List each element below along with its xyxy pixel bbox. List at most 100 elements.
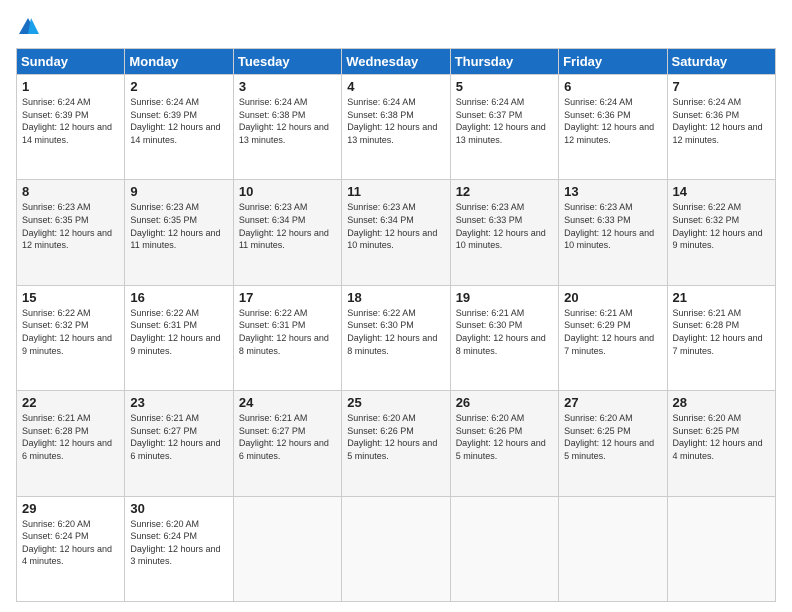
day-info: Sunrise: 6:22 AMSunset: 6:30 PMDaylight:… (347, 308, 437, 356)
day-info: Sunrise: 6:23 AMSunset: 6:34 PMDaylight:… (347, 202, 437, 250)
day-number: 26 (456, 395, 553, 410)
day-info: Sunrise: 6:22 AMSunset: 6:31 PMDaylight:… (130, 308, 220, 356)
calendar-cell: 27 Sunrise: 6:20 AMSunset: 6:25 PMDaylig… (559, 391, 667, 496)
weekday-header: Wednesday (342, 49, 450, 75)
day-number: 19 (456, 290, 553, 305)
calendar-cell: 9 Sunrise: 6:23 AMSunset: 6:35 PMDayligh… (125, 180, 233, 285)
calendar-cell: 6 Sunrise: 6:24 AMSunset: 6:36 PMDayligh… (559, 75, 667, 180)
day-number: 10 (239, 184, 336, 199)
calendar-cell: 25 Sunrise: 6:20 AMSunset: 6:26 PMDaylig… (342, 391, 450, 496)
calendar-week-row: 15 Sunrise: 6:22 AMSunset: 6:32 PMDaylig… (17, 285, 776, 390)
day-info: Sunrise: 6:21 AMSunset: 6:27 PMDaylight:… (239, 413, 329, 461)
day-info: Sunrise: 6:23 AMSunset: 6:33 PMDaylight:… (456, 202, 546, 250)
day-info: Sunrise: 6:20 AMSunset: 6:25 PMDaylight:… (673, 413, 763, 461)
calendar-cell: 3 Sunrise: 6:24 AMSunset: 6:38 PMDayligh… (233, 75, 341, 180)
calendar-cell (559, 496, 667, 601)
calendar-cell: 12 Sunrise: 6:23 AMSunset: 6:33 PMDaylig… (450, 180, 558, 285)
day-info: Sunrise: 6:20 AMSunset: 6:26 PMDaylight:… (456, 413, 546, 461)
day-info: Sunrise: 6:21 AMSunset: 6:28 PMDaylight:… (673, 308, 763, 356)
day-number: 13 (564, 184, 661, 199)
header (16, 16, 776, 38)
day-info: Sunrise: 6:20 AMSunset: 6:25 PMDaylight:… (564, 413, 654, 461)
day-info: Sunrise: 6:21 AMSunset: 6:29 PMDaylight:… (564, 308, 654, 356)
day-number: 20 (564, 290, 661, 305)
day-info: Sunrise: 6:21 AMSunset: 6:30 PMDaylight:… (456, 308, 546, 356)
calendar-cell: 24 Sunrise: 6:21 AMSunset: 6:27 PMDaylig… (233, 391, 341, 496)
calendar-cell (342, 496, 450, 601)
calendar-week-row: 22 Sunrise: 6:21 AMSunset: 6:28 PMDaylig… (17, 391, 776, 496)
logo-text (16, 16, 40, 38)
calendar: SundayMondayTuesdayWednesdayThursdayFrid… (16, 48, 776, 602)
day-info: Sunrise: 6:23 AMSunset: 6:35 PMDaylight:… (22, 202, 112, 250)
day-number: 27 (564, 395, 661, 410)
day-info: Sunrise: 6:23 AMSunset: 6:33 PMDaylight:… (564, 202, 654, 250)
calendar-cell: 18 Sunrise: 6:22 AMSunset: 6:30 PMDaylig… (342, 285, 450, 390)
day-info: Sunrise: 6:24 AMSunset: 6:37 PMDaylight:… (456, 97, 546, 145)
calendar-cell: 17 Sunrise: 6:22 AMSunset: 6:31 PMDaylig… (233, 285, 341, 390)
day-info: Sunrise: 6:23 AMSunset: 6:35 PMDaylight:… (130, 202, 220, 250)
calendar-cell: 1 Sunrise: 6:24 AMSunset: 6:39 PMDayligh… (17, 75, 125, 180)
day-number: 8 (22, 184, 119, 199)
day-info: Sunrise: 6:22 AMSunset: 6:32 PMDaylight:… (673, 202, 763, 250)
calendar-cell: 26 Sunrise: 6:20 AMSunset: 6:26 PMDaylig… (450, 391, 558, 496)
calendar-cell: 13 Sunrise: 6:23 AMSunset: 6:33 PMDaylig… (559, 180, 667, 285)
day-info: Sunrise: 6:24 AMSunset: 6:38 PMDaylight:… (239, 97, 329, 145)
day-number: 1 (22, 79, 119, 94)
weekday-header: Tuesday (233, 49, 341, 75)
day-number: 15 (22, 290, 119, 305)
calendar-cell: 2 Sunrise: 6:24 AMSunset: 6:39 PMDayligh… (125, 75, 233, 180)
day-number: 3 (239, 79, 336, 94)
day-number: 21 (673, 290, 770, 305)
calendar-cell (667, 496, 775, 601)
calendar-week-row: 1 Sunrise: 6:24 AMSunset: 6:39 PMDayligh… (17, 75, 776, 180)
calendar-body: 1 Sunrise: 6:24 AMSunset: 6:39 PMDayligh… (17, 75, 776, 602)
calendar-cell: 14 Sunrise: 6:22 AMSunset: 6:32 PMDaylig… (667, 180, 775, 285)
calendar-cell: 19 Sunrise: 6:21 AMSunset: 6:30 PMDaylig… (450, 285, 558, 390)
day-number: 12 (456, 184, 553, 199)
calendar-cell: 10 Sunrise: 6:23 AMSunset: 6:34 PMDaylig… (233, 180, 341, 285)
day-number: 30 (130, 501, 227, 516)
calendar-cell (450, 496, 558, 601)
calendar-cell: 30 Sunrise: 6:20 AMSunset: 6:24 PMDaylig… (125, 496, 233, 601)
calendar-cell (233, 496, 341, 601)
calendar-cell: 4 Sunrise: 6:24 AMSunset: 6:38 PMDayligh… (342, 75, 450, 180)
day-number: 16 (130, 290, 227, 305)
day-info: Sunrise: 6:24 AMSunset: 6:36 PMDaylight:… (564, 97, 654, 145)
day-number: 2 (130, 79, 227, 94)
day-info: Sunrise: 6:23 AMSunset: 6:34 PMDaylight:… (239, 202, 329, 250)
calendar-cell: 7 Sunrise: 6:24 AMSunset: 6:36 PMDayligh… (667, 75, 775, 180)
day-number: 14 (673, 184, 770, 199)
day-number: 4 (347, 79, 444, 94)
day-number: 9 (130, 184, 227, 199)
weekday-header: Friday (559, 49, 667, 75)
weekday-header: Thursday (450, 49, 558, 75)
day-info: Sunrise: 6:20 AMSunset: 6:24 PMDaylight:… (22, 519, 112, 567)
day-number: 17 (239, 290, 336, 305)
day-info: Sunrise: 6:24 AMSunset: 6:38 PMDaylight:… (347, 97, 437, 145)
day-info: Sunrise: 6:21 AMSunset: 6:28 PMDaylight:… (22, 413, 112, 461)
day-number: 22 (22, 395, 119, 410)
calendar-cell: 20 Sunrise: 6:21 AMSunset: 6:29 PMDaylig… (559, 285, 667, 390)
day-number: 24 (239, 395, 336, 410)
day-number: 29 (22, 501, 119, 516)
logo-icon (17, 16, 39, 38)
day-info: Sunrise: 6:20 AMSunset: 6:26 PMDaylight:… (347, 413, 437, 461)
logo (16, 16, 40, 38)
calendar-cell: 29 Sunrise: 6:20 AMSunset: 6:24 PMDaylig… (17, 496, 125, 601)
day-info: Sunrise: 6:24 AMSunset: 6:39 PMDaylight:… (130, 97, 220, 145)
day-number: 5 (456, 79, 553, 94)
weekday-header: Monday (125, 49, 233, 75)
calendar-cell: 23 Sunrise: 6:21 AMSunset: 6:27 PMDaylig… (125, 391, 233, 496)
calendar-week-row: 8 Sunrise: 6:23 AMSunset: 6:35 PMDayligh… (17, 180, 776, 285)
day-info: Sunrise: 6:21 AMSunset: 6:27 PMDaylight:… (130, 413, 220, 461)
day-number: 11 (347, 184, 444, 199)
weekday-header: Sunday (17, 49, 125, 75)
calendar-cell: 5 Sunrise: 6:24 AMSunset: 6:37 PMDayligh… (450, 75, 558, 180)
day-number: 6 (564, 79, 661, 94)
day-info: Sunrise: 6:22 AMSunset: 6:31 PMDaylight:… (239, 308, 329, 356)
day-info: Sunrise: 6:22 AMSunset: 6:32 PMDaylight:… (22, 308, 112, 356)
calendar-header-row: SundayMondayTuesdayWednesdayThursdayFrid… (17, 49, 776, 75)
weekday-header: Saturday (667, 49, 775, 75)
day-number: 18 (347, 290, 444, 305)
day-info: Sunrise: 6:24 AMSunset: 6:39 PMDaylight:… (22, 97, 112, 145)
